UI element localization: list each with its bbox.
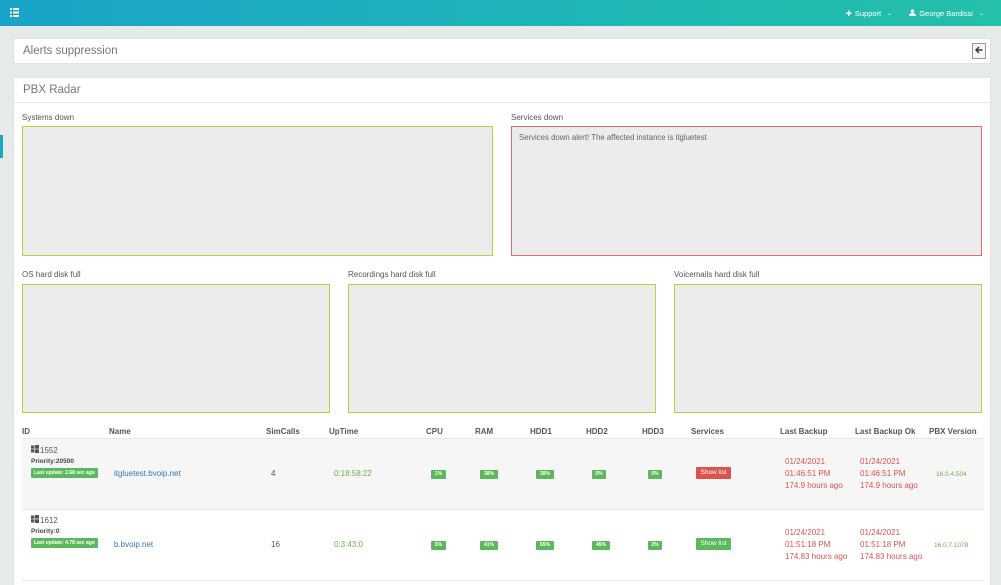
backup-ok-date: 01/24/2021 [860, 528, 901, 537]
user-menu[interactable]: George Bardissi ⌄ [909, 9, 984, 18]
user-name: George Bardissi [919, 8, 973, 18]
show-list-button[interactable]: Show list [696, 538, 731, 550]
col-header-cpu[interactable]: CPU [426, 427, 443, 436]
row-id: 1612 [40, 515, 58, 525]
row-priority: Priority:20500 [31, 458, 74, 465]
sidebar-edge [0, 135, 3, 158]
services-down-text: Services down alert! The affected instan… [519, 133, 707, 142]
arrow-left-icon [975, 46, 983, 56]
os-disk-text [23, 285, 329, 297]
chevron-down-icon: ⌄ [887, 10, 893, 17]
last-backup-cell: 01/24/2021 01:46:51 PM 174.9 hours ago [785, 456, 843, 492]
menu-icon[interactable] [10, 8, 19, 17]
plus-icon: ✚ [845, 8, 852, 18]
os-disk-label: OS hard disk full [22, 270, 81, 279]
row-simcalls: 16 [271, 540, 280, 549]
col-header-hdd2[interactable]: HDD2 [586, 427, 608, 436]
voicemails-disk-text [675, 285, 981, 297]
backup-date: 01/24/2021 [785, 457, 826, 466]
systems-down-text [23, 127, 492, 139]
support-menu[interactable]: ✚ Support ⌄ [846, 9, 893, 18]
row-uptime: 0:3:43:0 [334, 540, 363, 549]
last-update-badge: Last update: 4.78 sec ago [31, 538, 98, 548]
backup-ok-ago: 174.9 hours ago [860, 481, 918, 490]
show-list-button[interactable]: Show list [696, 467, 731, 479]
alerts-suppression-panel: Alerts suppression [13, 38, 991, 64]
row-id-cell: 1552 Priority:20500 Last update: 2.68 se… [31, 445, 98, 478]
hdd2-badge: 45% [592, 541, 610, 550]
col-header-pbx-version[interactable]: PBX Version [929, 427, 977, 436]
col-header-last-backup[interactable]: Last Backup [780, 427, 828, 436]
recordings-disk-label: Recordings hard disk full [348, 270, 436, 279]
row-id-cell: 1612 Priority:0 Last update: 4.78 sec ag… [31, 515, 98, 548]
row-id: 1552 [40, 445, 58, 455]
last-backup-ok-cell: 01/24/2021 01:51:18 PM 174.83 hours ago [860, 527, 922, 563]
last-backup-cell: 01/24/2021 01:51:18 PM 174.83 hours ago [785, 527, 847, 563]
last-update-badge: Last update: 2.68 sec ago [31, 468, 98, 478]
windows-icon [31, 445, 39, 455]
cpu-badge: 1% [431, 470, 446, 479]
col-header-id[interactable]: ID [22, 427, 30, 436]
hdd1-badge: 65% [536, 541, 554, 550]
systems-down-box [22, 126, 493, 256]
panel-title: PBX Radar [14, 78, 990, 103]
collapse-button[interactable] [972, 43, 986, 59]
col-header-uptime[interactable]: UpTime [329, 427, 358, 436]
hdd3-badge: 0% [648, 470, 662, 479]
cpu-badge: 5% [431, 541, 446, 550]
pbx-version: 16.0.4.504 [936, 471, 967, 478]
windows-icon [31, 515, 39, 525]
hdd2-badge: 0% [592, 470, 606, 479]
row-name-link[interactable]: itgluetest.bvoip.net [114, 469, 181, 478]
row-priority: Priority:0 [31, 528, 60, 535]
row-name-link[interactable]: b.bvoip.net [114, 540, 153, 549]
backup-ok-ago: 174.83 hours ago [860, 552, 923, 561]
user-icon [909, 8, 917, 18]
backup-ok-date: 01/24/2021 [860, 457, 901, 466]
os-disk-box [22, 284, 330, 413]
panel-title: Alerts suppression [23, 45, 118, 57]
backup-ok-time: 01:51:18 PM [860, 540, 906, 549]
col-header-simcalls[interactable]: SimCalls [266, 427, 300, 436]
chevron-down-icon: ⌄ [978, 10, 984, 17]
backup-ok-time: 01:46:51 PM [860, 469, 906, 478]
ram-badge: 41% [480, 541, 498, 550]
row-uptime: 0:18:58:22 [334, 469, 372, 478]
backup-ago: 174.9 hours ago [785, 481, 843, 490]
recordings-disk-text [349, 285, 655, 297]
row-divider [22, 438, 984, 439]
col-header-last-backup-ok[interactable]: Last Backup Ok [855, 427, 915, 436]
backup-time: 01:46:51 PM [785, 469, 831, 478]
services-down-label: Services down [511, 113, 564, 122]
col-header-hdd3[interactable]: HDD3 [642, 427, 664, 436]
support-label: Support [854, 8, 882, 18]
services-down-box: Services down alert! The affected instan… [511, 126, 982, 256]
systems-down-label: Systems down [22, 113, 75, 122]
backup-ago: 174.83 hours ago [785, 552, 848, 561]
voicemails-disk-label: Voicemails hard disk full [674, 270, 760, 279]
col-header-ram[interactable]: RAM [475, 427, 493, 436]
hdd3-badge: 2% [648, 541, 662, 550]
top-navbar: ✚ Support ⌄ George Bardissi ⌄ [0, 0, 1001, 26]
voicemails-disk-box [674, 284, 982, 413]
row-simcalls: 4 [271, 469, 276, 478]
backup-date: 01/24/2021 [785, 528, 826, 537]
col-header-services[interactable]: Services [691, 427, 724, 436]
hdd1-badge: 39% [536, 470, 554, 479]
col-header-hdd1[interactable]: HDD1 [530, 427, 552, 436]
recordings-disk-box [348, 284, 656, 413]
ram-badge: 38% [480, 470, 498, 479]
col-header-name[interactable]: Name [109, 427, 131, 436]
backup-time: 01:51:18 PM [785, 540, 831, 549]
last-backup-ok-cell: 01/24/2021 01:46:51 PM 174.9 hours ago [860, 456, 918, 492]
row-divider [22, 580, 984, 581]
pbx-version: 16.0.7.1078 [934, 542, 969, 549]
